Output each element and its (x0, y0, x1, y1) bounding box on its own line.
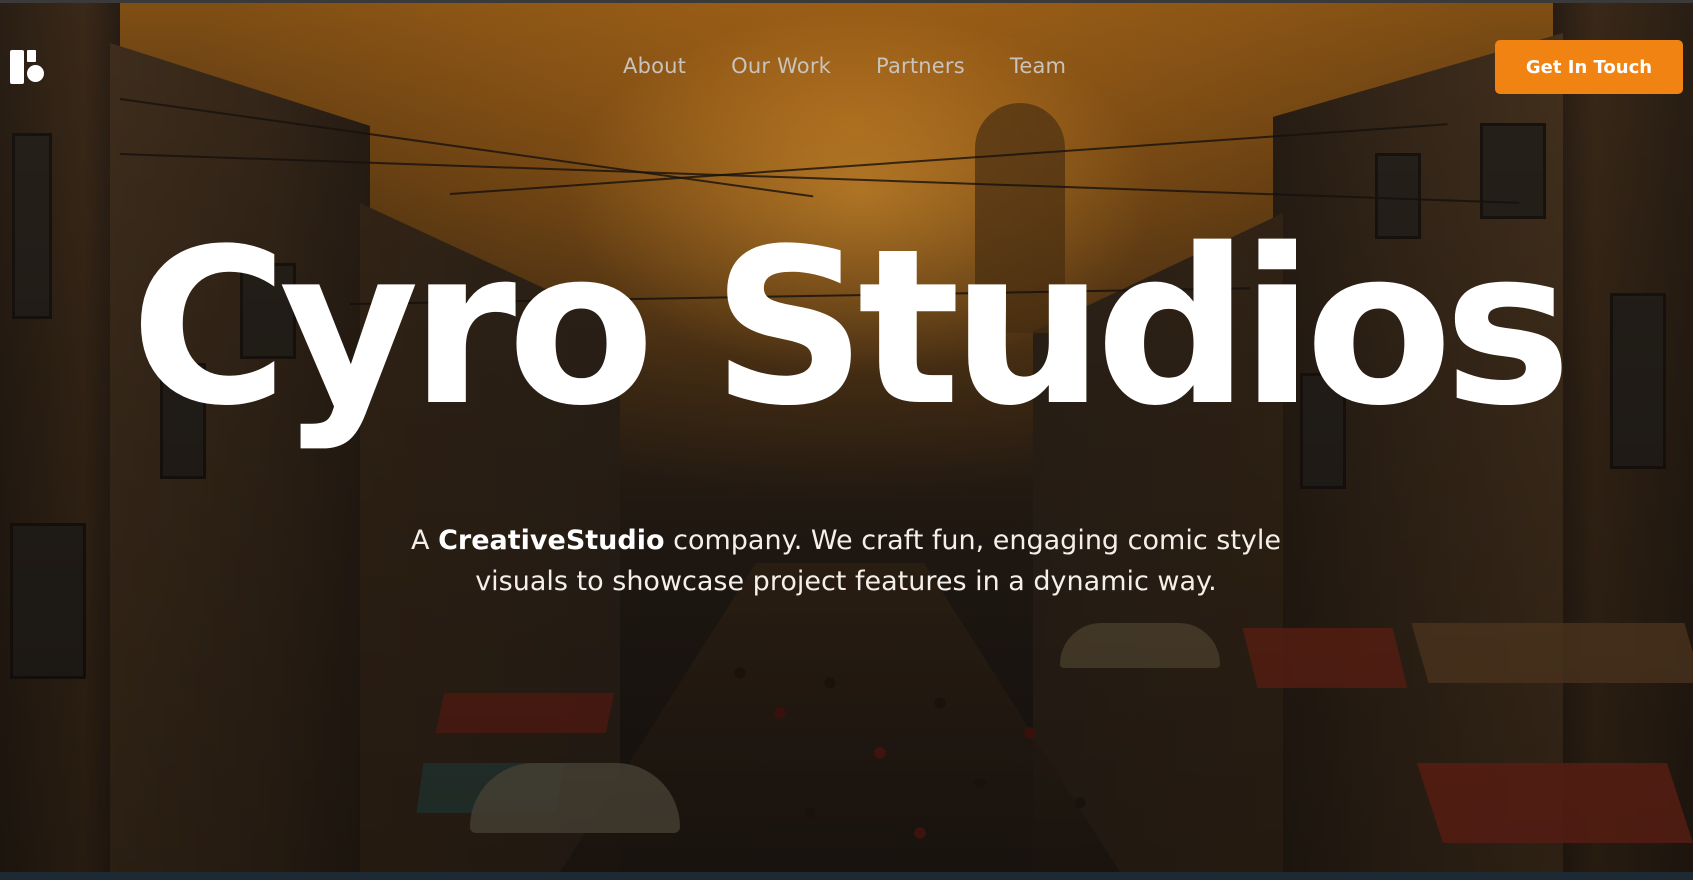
subtitle-prefix: A (411, 525, 430, 556)
subtitle-line1: company. We craft fun, engaging comic st… (673, 525, 1281, 556)
nav-link-team[interactable]: Team (1010, 54, 1066, 78)
studio-logo-icon[interactable] (10, 50, 44, 84)
hero-title: Cyro Studios (130, 202, 1571, 453)
hero-page: About Our Work Partners Team Get In Touc… (0, 0, 1693, 880)
nav-link-about[interactable]: About (623, 54, 686, 78)
window-bottom-border (0, 872, 1693, 880)
main-nav: About Our Work Partners Team (623, 54, 1066, 78)
nav-link-our-work[interactable]: Our Work (731, 54, 831, 78)
hero-subtitle: A CreativeStudio company. We craft fun, … (396, 520, 1296, 602)
subtitle-brand: CreativeStudio (438, 525, 665, 556)
window-top-border (0, 0, 1693, 3)
nav-link-partners[interactable]: Partners (876, 54, 965, 78)
subtitle-line2: visuals to showcase project features in … (475, 566, 1217, 597)
get-in-touch-button[interactable]: Get In Touch (1495, 40, 1683, 94)
